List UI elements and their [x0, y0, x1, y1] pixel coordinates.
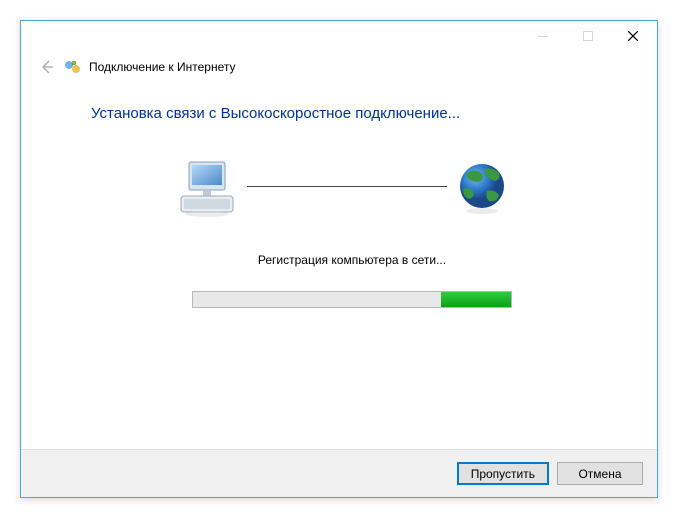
progress-bar	[192, 291, 512, 308]
content-area: Установка связи с Высокоскоростное подкл…	[21, 77, 657, 308]
connection-line	[247, 186, 447, 187]
wizard-window: Подключение к Интернету Установка связи …	[20, 20, 658, 498]
progress-wrap	[91, 291, 613, 308]
maximize-button	[565, 22, 610, 50]
minimize-button	[520, 22, 565, 50]
skip-button[interactable]: Пропустить	[457, 462, 549, 485]
button-row: Пропустить Отмена	[21, 449, 657, 497]
cancel-button[interactable]: Отмена	[557, 462, 643, 485]
progress-fill	[441, 292, 511, 307]
status-text: Регистрация компьютера в сети...	[91, 253, 613, 267]
header: Подключение к Интернету	[21, 51, 657, 77]
back-arrow-icon	[37, 57, 57, 77]
titlebar	[21, 21, 657, 51]
globe-icon	[455, 161, 509, 220]
connection-illustration	[91, 158, 613, 223]
computer-icon	[175, 158, 239, 223]
main-heading: Установка связи с Высокоскоростное подкл…	[91, 105, 613, 122]
header-title: Подключение к Интернету	[89, 60, 236, 74]
close-button[interactable]	[610, 22, 655, 50]
network-wizard-icon	[65, 59, 81, 75]
